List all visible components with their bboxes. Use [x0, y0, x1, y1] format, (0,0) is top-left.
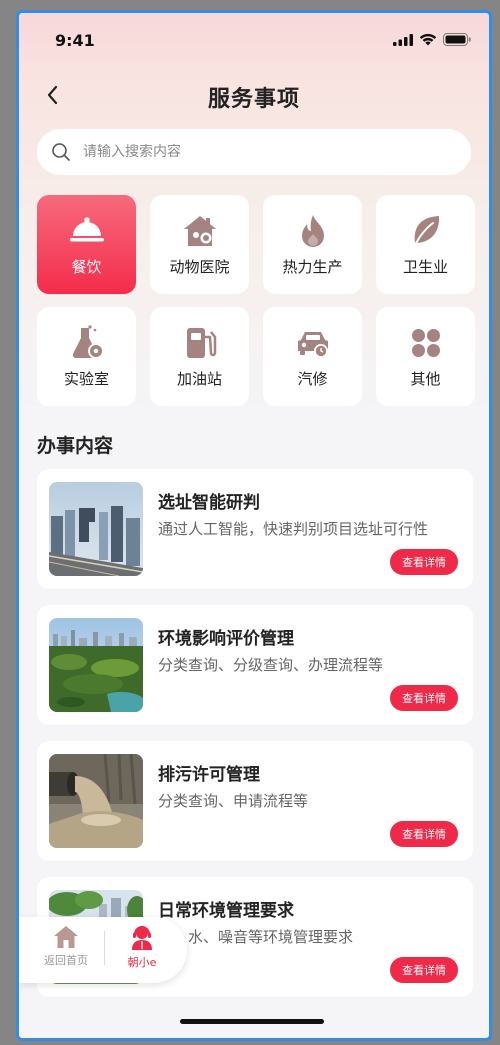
grid-icon [411, 329, 440, 357]
nav-bar: 服务事项 [19, 75, 489, 115]
category-catering[interactable]: 餐饮 [37, 195, 136, 294]
flame-icon [301, 215, 324, 247]
discharge-pipe-image [49, 754, 143, 848]
category-label: 加油站 [176, 370, 222, 388]
home-button[interactable]: 返回首页 [35, 925, 97, 968]
category-auto-repair[interactable]: 汽修 [263, 307, 362, 406]
assistant-button[interactable]: 朝小e [111, 925, 173, 970]
service-title: 选址智能研判 [158, 493, 260, 513]
home-label: 返回首页 [44, 954, 88, 967]
home-icon [54, 926, 78, 948]
battery-icon [443, 33, 471, 46]
home-indicator [180, 1019, 324, 1024]
fuel-pump-icon [186, 328, 216, 358]
service-card[interactable]: 环境影响评价管理 分类查询、分级查询、办理流程等 查看详情 [37, 605, 473, 725]
service-title: 环境影响评价管理 [158, 629, 294, 649]
category-sanitation[interactable]: 卫生业 [376, 195, 475, 294]
category-label: 餐饮 [71, 258, 102, 276]
service-card[interactable]: 选址智能研判 通过人工智能，快速判别项目选址可行性 查看详情 [37, 469, 473, 589]
status-time: 9:41 [55, 31, 95, 50]
assistant-label: 朝小e [127, 956, 157, 969]
view-details-button[interactable]: 查看详情 [390, 685, 458, 711]
view-details-button[interactable]: 查看详情 [390, 957, 458, 983]
category-label: 动物医院 [169, 258, 230, 276]
category-label: 实验室 [63, 370, 109, 388]
car-repair-icon [297, 332, 328, 358]
search-icon [52, 143, 70, 161]
service-card[interactable]: 排污许可管理 分类查询、申请流程等 查看详情 [37, 741, 473, 861]
search-bar[interactable] [37, 129, 471, 175]
wifi-icon [419, 33, 437, 46]
service-title: 排污许可管理 [158, 765, 260, 785]
page-title: 服务事项 [207, 87, 300, 112]
assistant-avatar-icon [132, 926, 152, 950]
service-description: 分类查询、分级查询、办理流程等 [158, 656, 384, 674]
category-gas-station[interactable]: 加油站 [150, 307, 249, 406]
status-bar: 9:41 [19, 13, 489, 63]
divider [104, 931, 105, 965]
green-city-image [49, 618, 143, 712]
category-label: 其他 [410, 370, 441, 388]
category-other[interactable]: 其他 [376, 307, 475, 406]
cloche-icon [69, 217, 104, 242]
category-label: 汽修 [297, 370, 328, 388]
status-icons [393, 33, 471, 46]
section-title: 办事内容 [37, 435, 114, 457]
category-label: 卫生业 [402, 258, 448, 276]
signal-icon [393, 33, 413, 46]
view-details-button[interactable]: 查看详情 [390, 821, 458, 847]
flask-gear-icon [72, 325, 104, 359]
city-skyline-image [49, 482, 143, 576]
category-heat-production[interactable]: 热力生产 [263, 195, 362, 294]
view-details-button[interactable]: 查看详情 [390, 549, 458, 575]
service-description: 分类查询、申请流程等 [158, 792, 309, 810]
phone-screen: 9:41 服务事项 餐饮 动物医院 热力生产 卫生业 [16, 10, 492, 1041]
service-description: 气、水、噪音等环境管理要求 [158, 928, 354, 946]
service-title: 日常环境管理要求 [158, 901, 294, 921]
category-laboratory[interactable]: 实验室 [37, 307, 136, 406]
category-animal-hospital[interactable]: 动物医院 [150, 195, 249, 294]
search-input[interactable] [81, 143, 425, 161]
animal-hospital-icon [183, 216, 216, 246]
category-label: 热力生产 [282, 258, 343, 276]
leaf-icon [412, 216, 439, 248]
category-grid: 餐饮 动物医院 热力生产 卫生业 实验室 加油站 汽修 其他 [37, 195, 477, 406]
service-description: 通过人工智能，快速判别项目选址可行性 [158, 520, 429, 538]
floating-nav: 返回首页 朝小e [19, 917, 187, 983]
